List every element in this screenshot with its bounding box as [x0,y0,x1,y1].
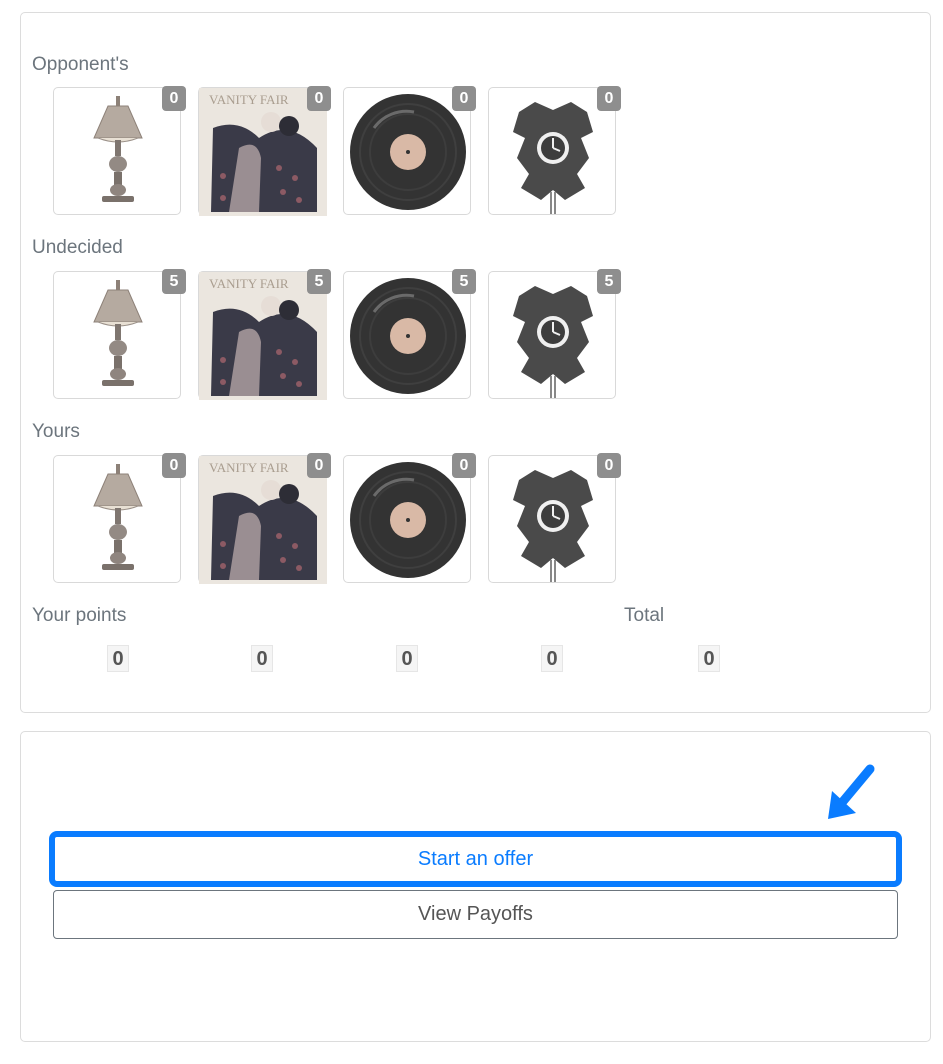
count-badge: 5 [597,269,621,294]
total-label: Total [624,605,665,626]
start-offer-button[interactable]: Start an offer [53,835,898,883]
count-badge: 0 [597,86,621,111]
view-payoffs-button[interactable]: View Payoffs [53,890,898,939]
points-value: 0 [107,645,129,672]
count-badge: 0 [452,86,476,111]
count-badge: 0 [597,453,621,478]
points-total-value: 0 [698,645,720,672]
count-badge: 0 [452,453,476,478]
arrow-pointer-icon [828,764,875,819]
count-badge: 0 [162,86,186,111]
points-value: 0 [396,645,418,672]
count-badge: 0 [307,453,331,478]
row-label-undecided: Undecided [32,237,123,258]
count-badge: 0 [162,453,186,478]
actions-panel [20,731,931,1042]
row-label-opponent: Opponent's [32,54,129,75]
row-label-yours: Yours [32,421,80,442]
points-value: 0 [541,645,563,672]
count-badge: 5 [307,269,331,294]
count-badge: 5 [452,269,476,294]
count-badge: 0 [307,86,331,111]
your-points-label: Your points [32,605,127,626]
count-badge: 5 [162,269,186,294]
points-value: 0 [251,645,273,672]
